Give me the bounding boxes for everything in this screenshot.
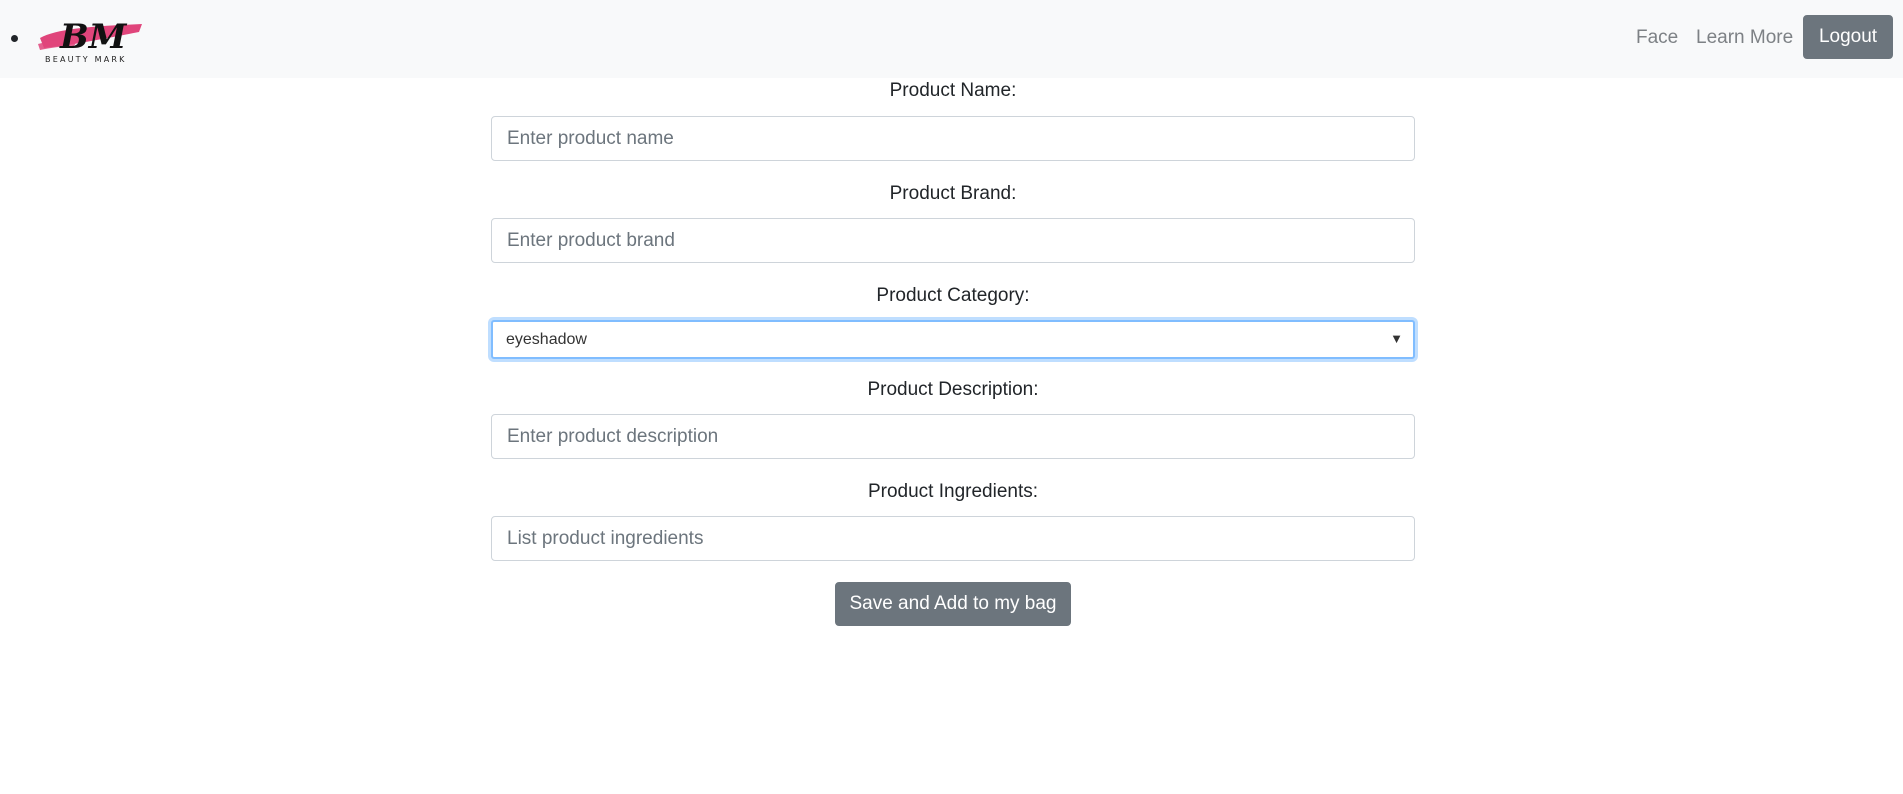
product-category-label: Product Category:: [876, 285, 1030, 306]
beauty-mark-logo[interactable]: BM BEAUTY MARK: [38, 10, 146, 66]
product-name-label: Product Name:: [889, 80, 1017, 101]
product-name-input[interactable]: [491, 116, 1415, 161]
svg-text:BM: BM: [59, 17, 128, 57]
list-bullet: [11, 35, 18, 42]
svg-text:BEAUTY MARK: BEAUTY MARK: [45, 55, 127, 64]
product-brand-input[interactable]: [491, 218, 1415, 263]
product-brand-label: Product Brand:: [889, 183, 1017, 204]
navbar: BM BEAUTY MARK Face Learn More Logout: [0, 0, 1903, 78]
dropdown-arrow-icon: ▼: [1390, 331, 1403, 346]
product-ingredients-input[interactable]: [491, 516, 1415, 561]
logout-button[interactable]: Logout: [1803, 15, 1893, 59]
product-ingredients-label: Product Ingredients:: [867, 481, 1039, 502]
nav-link-face[interactable]: Face: [1636, 27, 1678, 49]
product-category-select[interactable]: eyeshadow ▼: [491, 320, 1415, 359]
category-selected-value: eyeshadow: [506, 331, 587, 348]
product-description-input[interactable]: [491, 414, 1415, 459]
nav-link-learn-more[interactable]: Learn More: [1696, 27, 1793, 49]
product-description-label: Product Description:: [867, 379, 1039, 400]
save-and-add-button[interactable]: Save and Add to my bag: [835, 582, 1071, 626]
